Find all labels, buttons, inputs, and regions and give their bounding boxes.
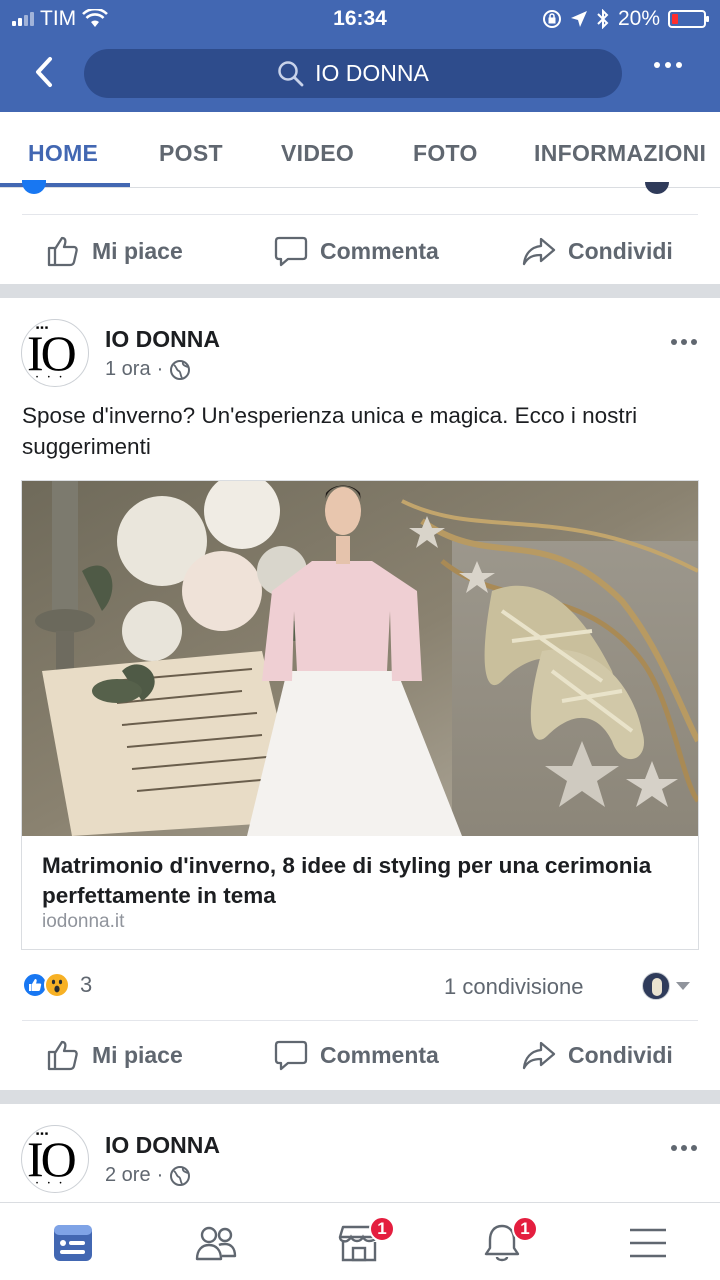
share-button[interactable]: Condividi bbox=[522, 1038, 673, 1072]
wow-reaction-icon bbox=[44, 972, 70, 998]
link-image[interactable] bbox=[22, 481, 698, 836]
io-donna-logo: IO bbox=[27, 1131, 77, 1187]
post-time[interactable]: 2 ore bbox=[105, 1164, 151, 1187]
chevron-down-icon bbox=[676, 982, 690, 990]
chevron-left-icon bbox=[36, 57, 52, 87]
reaction-profile-switcher[interactable] bbox=[642, 972, 690, 1000]
avatar[interactable]: ■ ■ ■ IO • • • bbox=[21, 319, 89, 387]
tab-foto[interactable]: FOTO bbox=[413, 140, 478, 167]
thumbs-up-icon bbox=[47, 1040, 78, 1071]
post-meta: 1 ora · bbox=[105, 358, 191, 381]
reaction-partial-icon bbox=[22, 180, 46, 194]
news-feed-icon bbox=[54, 1225, 92, 1261]
like-label: Mi piace bbox=[92, 1041, 183, 1068]
bluetooth-icon bbox=[597, 9, 609, 29]
nav-marketplace[interactable]: 1 bbox=[335, 1216, 395, 1267]
search-bar[interactable]: IO DONNA bbox=[84, 49, 622, 98]
like-label: Mi piace bbox=[92, 237, 183, 264]
io-donna-logo: IO bbox=[27, 325, 77, 381]
more-horizontal-icon bbox=[654, 62, 660, 68]
share-label: Condividi bbox=[568, 237, 673, 264]
mini-avatar-partial bbox=[645, 182, 669, 194]
top-bar: TIM 16:34 20% IO DONNA bbox=[0, 0, 720, 112]
link-preview[interactable]: Matrimonio d'inverno, 8 idee di styling … bbox=[21, 480, 699, 950]
comment-label: Commenta bbox=[320, 237, 439, 264]
menu-icon bbox=[630, 1228, 666, 1258]
tab-informazioni[interactable]: INFORMAZIONI bbox=[534, 140, 706, 167]
more-options-button[interactable] bbox=[654, 62, 682, 68]
avatar[interactable]: ■ ■ ■ IO • • • bbox=[21, 1125, 89, 1193]
link-domain: iodonna.it bbox=[42, 911, 125, 932]
previous-post-card: Mi piace Commenta Condividi bbox=[0, 180, 720, 284]
nav-groups[interactable] bbox=[192, 1219, 240, 1267]
avatar bbox=[642, 972, 670, 1000]
reaction-count: 3 bbox=[80, 972, 93, 997]
active-tab-indicator bbox=[0, 183, 130, 187]
link-title[interactable]: Matrimonio d'inverno, 8 idee di styling … bbox=[42, 851, 662, 911]
share-button[interactable]: Condividi bbox=[522, 234, 673, 268]
status-bar: TIM 16:34 20% bbox=[0, 0, 720, 38]
back-button[interactable] bbox=[28, 52, 60, 92]
share-icon bbox=[522, 1041, 556, 1070]
post-time[interactable]: 1 ora bbox=[105, 358, 151, 381]
thumbs-up-icon bbox=[47, 236, 78, 267]
comment-button[interactable]: Commenta bbox=[274, 1038, 439, 1072]
comment-button[interactable]: Commenta bbox=[274, 234, 439, 268]
tab-post[interactable]: POST bbox=[159, 140, 223, 167]
share-count[interactable]: 1 condivisione bbox=[444, 974, 583, 1000]
like-button[interactable]: Mi piace bbox=[46, 234, 183, 268]
divider bbox=[22, 1020, 698, 1021]
more-horizontal-icon bbox=[671, 339, 677, 345]
search-text: IO DONNA bbox=[315, 60, 429, 86]
share-label: Condividi bbox=[568, 1041, 673, 1068]
marketplace-badge: 1 bbox=[369, 1216, 395, 1242]
divider bbox=[22, 214, 698, 215]
post-text: Spose d'inverno? Un'esperienza unica e m… bbox=[22, 403, 638, 459]
battery-icon bbox=[668, 10, 709, 28]
comment-label: Commenta bbox=[320, 1041, 439, 1068]
page-name[interactable]: IO DONNA bbox=[105, 326, 220, 353]
lock-rotation-icon bbox=[542, 10, 561, 28]
bottom-navigation: 1 1 bbox=[0, 1202, 720, 1280]
globe-icon bbox=[170, 1165, 191, 1186]
battery-percent: 20% bbox=[617, 7, 660, 30]
comment-icon bbox=[274, 1040, 308, 1071]
location-icon bbox=[570, 11, 587, 27]
post-meta: 2 ore · bbox=[105, 1164, 191, 1187]
page-tabs: HOME POST VIDEO FOTO INFORMAZIONI bbox=[0, 112, 720, 188]
status-right: 20% bbox=[542, 7, 709, 31]
globe-icon bbox=[170, 359, 191, 380]
share-icon bbox=[522, 237, 556, 266]
page-name[interactable]: IO DONNA bbox=[105, 1132, 220, 1159]
tab-home[interactable]: HOME bbox=[28, 140, 98, 167]
nav-notifications[interactable]: 1 bbox=[478, 1216, 538, 1267]
groups-icon bbox=[195, 1226, 237, 1261]
search-icon bbox=[278, 60, 304, 86]
wedding-photo bbox=[22, 481, 698, 836]
post-more-button[interactable] bbox=[671, 1145, 697, 1151]
notifications-badge: 1 bbox=[512, 1216, 538, 1242]
tab-video[interactable]: VIDEO bbox=[281, 140, 354, 167]
reaction-summary[interactable]: 3 bbox=[22, 972, 92, 998]
nav-news-feed[interactable] bbox=[49, 1219, 97, 1267]
like-button[interactable]: Mi piace bbox=[46, 1038, 183, 1072]
nav-menu[interactable] bbox=[624, 1219, 672, 1267]
more-horizontal-icon bbox=[671, 1145, 677, 1151]
comment-icon bbox=[274, 236, 308, 267]
post-more-button[interactable] bbox=[671, 339, 697, 345]
